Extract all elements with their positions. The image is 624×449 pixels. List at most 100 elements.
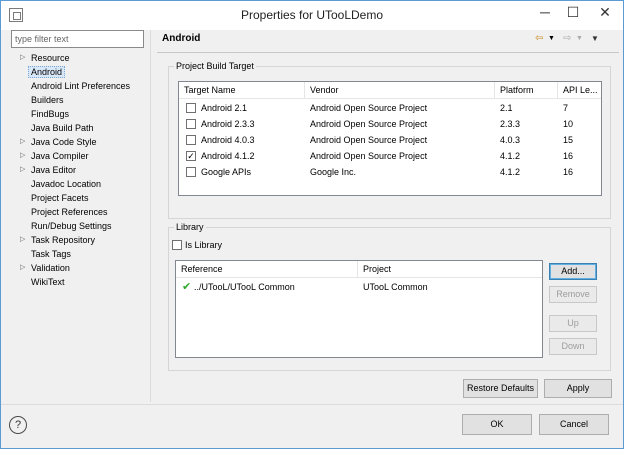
filter-input[interactable] bbox=[11, 30, 144, 48]
sidebar-item-label: Android bbox=[28, 66, 66, 78]
cell-api: 16 bbox=[563, 151, 574, 161]
expand-arrow-icon[interactable]: ▷ bbox=[20, 233, 25, 247]
dialog-button-bar: ? OK Cancel bbox=[1, 404, 623, 448]
restore-defaults-button[interactable]: Restore Defaults bbox=[463, 379, 538, 398]
sidebar-item-label: WikiText bbox=[31, 277, 65, 287]
sidebar-item-label: Java Build Path bbox=[31, 123, 94, 133]
column-vendor[interactable]: Vendor bbox=[305, 82, 495, 99]
sidebar-item-resource[interactable]: ▷ Resource bbox=[7, 51, 149, 65]
forward-arrow-icon: ⇨ bbox=[563, 33, 572, 44]
cell-platform: 4.0.3 bbox=[500, 135, 521, 145]
table-row[interactable]: Google APIs Google Inc. 4.1.2 16 bbox=[179, 164, 601, 180]
sidebar-item-findbugs[interactable]: FindBugs bbox=[7, 107, 149, 121]
column-project[interactable]: Project bbox=[358, 261, 542, 278]
add-button[interactable]: Add... bbox=[549, 263, 597, 280]
cell-api: 16 bbox=[563, 167, 574, 177]
library-group: Library Is Library Reference Project ✔..… bbox=[168, 222, 611, 371]
sidebar-item-label: Java Code Style bbox=[31, 137, 97, 147]
table-row[interactable]: ✔ ../UTooL/UTooL Common UTooL Common bbox=[176, 279, 542, 295]
sidebar-item-validation[interactable]: ▷ Validation bbox=[7, 261, 149, 275]
cell-api: 15 bbox=[563, 135, 574, 145]
library-legend: Library bbox=[174, 222, 206, 232]
title-bar[interactable]: Properties for UTooLDemo ─ ☐ ✕ bbox=[1, 1, 623, 30]
sidebar: ▷ Resource Android Android Lint Preferences… bbox=[7, 30, 149, 370]
target-checkbox-checked[interactable]: ✓ bbox=[186, 151, 196, 161]
view-menu-icon[interactable]: ▼ bbox=[591, 32, 599, 46]
cell-platform: 4.1.2 bbox=[500, 151, 521, 161]
back-arrow-icon[interactable]: ⇦ bbox=[535, 32, 543, 46]
cell-project: UTooL Common bbox=[363, 282, 428, 292]
cancel-button[interactable]: Cancel bbox=[539, 414, 609, 435]
is-library-label: Is Library bbox=[185, 240, 223, 250]
up-button[interactable]: Up bbox=[549, 315, 597, 332]
sidebar-item-run-debug-settings[interactable]: Run/Debug Settings bbox=[7, 219, 149, 233]
column-api-level[interactable]: API Le... bbox=[558, 82, 601, 99]
sidebar-item-label: Project References bbox=[31, 207, 108, 217]
apply-button[interactable]: Apply bbox=[544, 379, 612, 398]
table-row[interactable]: Android 2.1 Android Open Source Project 2.… bbox=[179, 100, 601, 116]
cell-vendor: Android Open Source Project bbox=[310, 151, 428, 161]
target-checkbox[interactable] bbox=[186, 135, 196, 145]
sidebar-item-javadoc-location[interactable]: Javadoc Location bbox=[7, 177, 149, 191]
close-button[interactable]: ✕ bbox=[589, 2, 621, 24]
table-row[interactable]: ✓ Android 4.1.2 Android Open Source Projec… bbox=[179, 148, 601, 164]
sidebar-item-android-lint-preferences[interactable]: Android Lint Preferences bbox=[7, 79, 149, 93]
sidebar-item-android[interactable]: Android bbox=[7, 65, 149, 79]
sidebar-item-java-editor[interactable]: ▷ Java Editor bbox=[7, 163, 149, 177]
sidebar-item-label: Resource bbox=[31, 53, 70, 63]
column-platform[interactable]: Platform bbox=[495, 82, 558, 99]
down-button[interactable]: Down bbox=[549, 338, 597, 355]
table-row[interactable]: Android 2.3.3 Android Open Source Project… bbox=[179, 116, 601, 132]
table-row[interactable]: Android 4.0.3 Android Open Source Project… bbox=[179, 132, 601, 148]
sidebar-item-label: Java Compiler bbox=[31, 151, 89, 161]
property-page-tree: ▷ Resource Android Android Lint Preferences… bbox=[7, 51, 149, 289]
sidebar-item-project-references[interactable]: Project References bbox=[7, 205, 149, 219]
sidebar-item-java-compiler[interactable]: ▷ Java Compiler bbox=[7, 149, 149, 163]
sidebar-item-task-repository[interactable]: ▷ Task Repository bbox=[7, 233, 149, 247]
expand-arrow-icon[interactable]: ▷ bbox=[20, 149, 25, 163]
sidebar-item-java-build-path[interactable]: Java Build Path bbox=[7, 121, 149, 135]
target-checkbox[interactable] bbox=[186, 167, 196, 177]
column-target-name[interactable]: Target Name bbox=[179, 82, 305, 99]
expand-arrow-icon[interactable]: ▷ bbox=[20, 51, 25, 65]
build-target-group: Project Build Target Target Name Vendor … bbox=[168, 61, 611, 219]
remove-button[interactable]: Remove bbox=[549, 286, 597, 303]
ok-button[interactable]: OK bbox=[462, 414, 532, 435]
sidebar-item-label: Run/Debug Settings bbox=[31, 221, 112, 231]
target-checkbox[interactable] bbox=[186, 103, 196, 113]
sidebar-item-task-tags[interactable]: Task Tags bbox=[7, 247, 149, 261]
cell-name: Android 2.3.3 bbox=[201, 119, 255, 129]
maximize-button[interactable]: ☐ bbox=[559, 2, 587, 24]
build-target-table: Target Name Vendor Platform API Le... An… bbox=[178, 81, 602, 196]
cell-name: Android 4.0.3 bbox=[201, 135, 255, 145]
sidebar-item-java-code-style[interactable]: ▷ Java Code Style bbox=[7, 135, 149, 149]
cell-platform: 4.1.2 bbox=[500, 167, 521, 177]
expand-arrow-icon[interactable]: ▷ bbox=[20, 163, 25, 177]
sidebar-item-label: Java Editor bbox=[31, 165, 77, 175]
sidebar-item-builders[interactable]: Builders bbox=[7, 93, 149, 107]
library-table: Reference Project ✔ ../UTooL/UTooL Common… bbox=[175, 260, 543, 358]
column-reference[interactable]: Reference bbox=[176, 261, 358, 278]
library-ok-icon: ✔ bbox=[182, 281, 192, 293]
is-library-checkbox[interactable] bbox=[172, 240, 182, 250]
cell-api: 7 bbox=[563, 103, 569, 113]
cell-platform: 2.1 bbox=[500, 103, 513, 113]
sidebar-item-label: Validation bbox=[31, 263, 70, 273]
expand-arrow-icon[interactable]: ▷ bbox=[20, 135, 25, 149]
forward-dropdown-icon: ▼ bbox=[576, 35, 583, 42]
cell-name: Android 4.1.2 bbox=[201, 151, 255, 161]
cell-name: Google APIs bbox=[201, 167, 252, 177]
expand-arrow-icon[interactable]: ▷ bbox=[20, 261, 25, 275]
sidebar-item-wikitext[interactable]: WikiText bbox=[7, 275, 149, 289]
help-icon[interactable]: ? bbox=[9, 416, 27, 434]
window-title: Properties for UTooLDemo bbox=[240, 8, 384, 22]
cell-reference: ../UTooL/UTooL Common bbox=[194, 282, 295, 292]
sidebar-item-label: Task Tags bbox=[31, 249, 71, 259]
back-dropdown-icon[interactable]: ▼ bbox=[548, 32, 555, 46]
main-panel: Android ⇦ ▼ ⇨ ▼ ▼ Project Build Target T… bbox=[151, 30, 623, 402]
target-checkbox[interactable] bbox=[186, 119, 196, 129]
sidebar-item-project-facets[interactable]: Project Facets bbox=[7, 191, 149, 205]
minimize-button[interactable]: ─ bbox=[531, 2, 559, 24]
cell-api: 10 bbox=[563, 119, 574, 129]
sidebar-item-label: Task Repository bbox=[31, 235, 96, 245]
